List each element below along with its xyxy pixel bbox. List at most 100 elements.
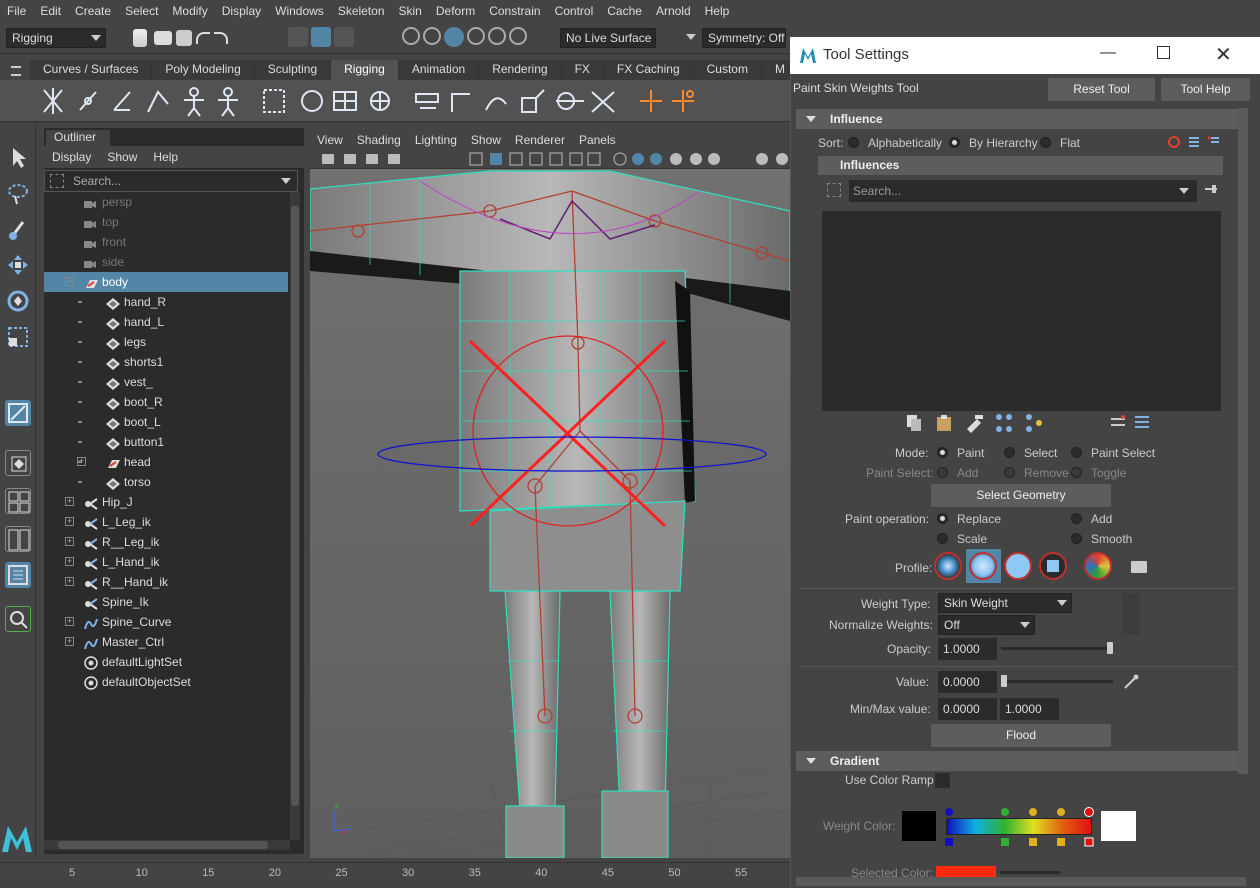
outliner-row[interactable]: Spine_Ik bbox=[44, 592, 288, 612]
smooth-bind-icon[interactable] bbox=[301, 90, 323, 112]
outliner-row[interactable]: button1 bbox=[44, 432, 288, 452]
grid-icon[interactable] bbox=[469, 152, 483, 166]
weight-type-dropdown[interactable]: Skin Weight bbox=[938, 593, 1072, 613]
menu-modify[interactable]: Modify bbox=[165, 4, 214, 18]
menu-cache[interactable]: Cache bbox=[600, 4, 649, 18]
outliner-row[interactable]: defaultLightSet bbox=[44, 652, 288, 672]
menu-help[interactable]: Help bbox=[698, 4, 737, 18]
symmetry-dropdown[interactable]: Symmetry: Off bbox=[702, 28, 786, 48]
max-value-field[interactable]: 1.0000 bbox=[1000, 698, 1059, 720]
opacity-field[interactable]: 1.0000 bbox=[938, 638, 997, 660]
menu-control[interactable]: Control bbox=[548, 4, 601, 18]
outliner-row[interactable]: vest_ bbox=[44, 372, 288, 392]
weight-color-white-swatch[interactable] bbox=[1101, 811, 1136, 841]
shelf-tab-sculpting[interactable]: Sculpting bbox=[254, 60, 332, 80]
menu-arnold[interactable]: Arnold bbox=[649, 4, 698, 18]
flood-button[interactable]: Flood bbox=[931, 724, 1111, 747]
tool-settings-h-scrollbar[interactable] bbox=[796, 877, 1246, 886]
outliner-row[interactable]: + Spine_Curve bbox=[44, 612, 288, 632]
field-chart-icon[interactable] bbox=[549, 152, 563, 166]
outliner-row[interactable]: + L_Hand_ik bbox=[44, 552, 288, 572]
sort-radio-by-hierarchy[interactable] bbox=[949, 137, 960, 148]
viewport-menu-show[interactable]: Show bbox=[464, 133, 508, 147]
symmetry-dropdown-arrow-icon[interactable] bbox=[686, 34, 696, 40]
paint-select-radio-toggle[interactable] bbox=[1071, 467, 1082, 478]
redo-icon[interactable] bbox=[214, 32, 228, 44]
snap-vertex-icon[interactable] bbox=[509, 27, 527, 45]
snap-curve-icon[interactable] bbox=[423, 27, 441, 45]
ramp-handle[interactable] bbox=[1001, 808, 1009, 816]
add-influence-icon[interactable] bbox=[1111, 415, 1125, 426]
move-weights-icon[interactable] bbox=[996, 414, 1012, 432]
camera-attributes-icon[interactable] bbox=[344, 154, 356, 164]
viewport-menu-panels[interactable]: Panels bbox=[572, 133, 623, 147]
aim-constraint-icon[interactable] bbox=[556, 92, 584, 110]
expand-icon[interactable]: + bbox=[65, 497, 74, 506]
menu-file[interactable]: File bbox=[0, 4, 33, 18]
solid-brush-icon[interactable] bbox=[1004, 552, 1032, 580]
influence-tree-icon[interactable] bbox=[1207, 135, 1221, 149]
outliner-search-input[interactable]: Search... bbox=[44, 170, 298, 192]
mirror-joint-icon[interactable] bbox=[113, 91, 131, 111]
outliner-h-scrollbar[interactable] bbox=[44, 840, 290, 850]
value-slider-thumb[interactable] bbox=[1001, 675, 1007, 687]
gate-mask-icon[interactable] bbox=[529, 152, 543, 166]
save-scene-icon[interactable] bbox=[176, 30, 192, 46]
menu-select[interactable]: Select bbox=[118, 4, 165, 18]
textured-icon[interactable] bbox=[670, 153, 682, 165]
pole-vector-icon[interactable] bbox=[591, 91, 615, 113]
viewport-menu-view[interactable]: View bbox=[310, 133, 350, 147]
menu-edit[interactable]: Edit bbox=[33, 4, 68, 18]
orient-constraint-icon[interactable] bbox=[485, 97, 507, 111]
opacity-slider[interactable] bbox=[1001, 647, 1113, 650]
outliner-row[interactable]: + R__Hand_ik bbox=[44, 572, 288, 592]
outliner-row[interactable]: hand_L bbox=[44, 312, 288, 332]
copy-weights-icon[interactable] bbox=[907, 415, 921, 431]
outliner-row[interactable]: boot_R bbox=[44, 392, 288, 412]
pin-icon[interactable] bbox=[1205, 183, 1217, 193]
shelf-menu-icon[interactable] bbox=[11, 66, 21, 76]
min-value-field[interactable]: 0.0000 bbox=[938, 698, 997, 720]
outliner-menu-display[interactable]: Display bbox=[44, 150, 99, 164]
outliner-row[interactable]: front bbox=[44, 232, 288, 252]
camera-select-icon[interactable] bbox=[322, 154, 334, 164]
paint-skin-weights-tool-icon[interactable] bbox=[5, 400, 31, 426]
menu-skeleton[interactable]: Skeleton bbox=[331, 4, 392, 18]
snap-view-icon[interactable] bbox=[467, 27, 485, 45]
paste-weights-icon[interactable] bbox=[937, 415, 951, 431]
create-joint-icon[interactable] bbox=[43, 88, 63, 114]
tool-help-button[interactable]: Tool Help bbox=[1161, 78, 1250, 101]
shelf-tab-poly-modeling[interactable]: Poly Modeling bbox=[152, 60, 255, 80]
live-surface-field[interactable]: No Live Surface bbox=[560, 28, 656, 48]
outliner-row[interactable]: + L_Leg_ik bbox=[44, 512, 288, 532]
resolution-gate-icon[interactable] bbox=[509, 152, 523, 166]
outliner-row[interactable]: shorts1 bbox=[44, 352, 288, 372]
ramp-handle[interactable] bbox=[1029, 808, 1037, 816]
viewport-3d[interactable]: y x bbox=[310, 131, 790, 858]
outliner-row[interactable]: + Hip_J bbox=[44, 492, 288, 512]
paint-select-radio-add[interactable] bbox=[937, 467, 948, 478]
reset-tool-button[interactable]: Reset Tool bbox=[1048, 78, 1155, 101]
snap-surface-icon[interactable] bbox=[488, 27, 506, 45]
outliner-row[interactable]: torso bbox=[44, 472, 288, 492]
minimize-icon[interactable]: — bbox=[1100, 44, 1116, 62]
xray-icon[interactable] bbox=[776, 153, 788, 165]
normalize-weights-dropdown[interactable]: Off bbox=[938, 615, 1035, 635]
paint-operation-radio-add[interactable] bbox=[1071, 513, 1082, 524]
outliner-menu-help[interactable]: Help bbox=[145, 150, 186, 164]
wireframe-icon[interactable] bbox=[613, 152, 627, 166]
locator-constrain-icon[interactable] bbox=[672, 90, 694, 112]
ramp-delete-icon[interactable] bbox=[945, 838, 953, 846]
expand-icon[interactable]: + bbox=[65, 617, 74, 626]
folder-icon[interactable] bbox=[1131, 561, 1147, 573]
shelf-tab-rigging[interactable]: Rigging bbox=[331, 60, 399, 80]
smooth-shade-icon[interactable] bbox=[632, 153, 644, 165]
quick-rig-icon[interactable] bbox=[184, 87, 204, 117]
outliner-row[interactable]: + R__Leg_ik bbox=[44, 532, 288, 552]
gradient-section-header[interactable]: Gradient bbox=[796, 751, 1238, 771]
isolate-select-icon[interactable] bbox=[756, 153, 768, 165]
shelf-tab-rendering[interactable]: Rendering bbox=[479, 60, 562, 80]
ik-handle-icon[interactable] bbox=[147, 90, 169, 113]
ramp-handle[interactable] bbox=[1057, 808, 1065, 816]
menu-create[interactable]: Create bbox=[68, 4, 118, 18]
